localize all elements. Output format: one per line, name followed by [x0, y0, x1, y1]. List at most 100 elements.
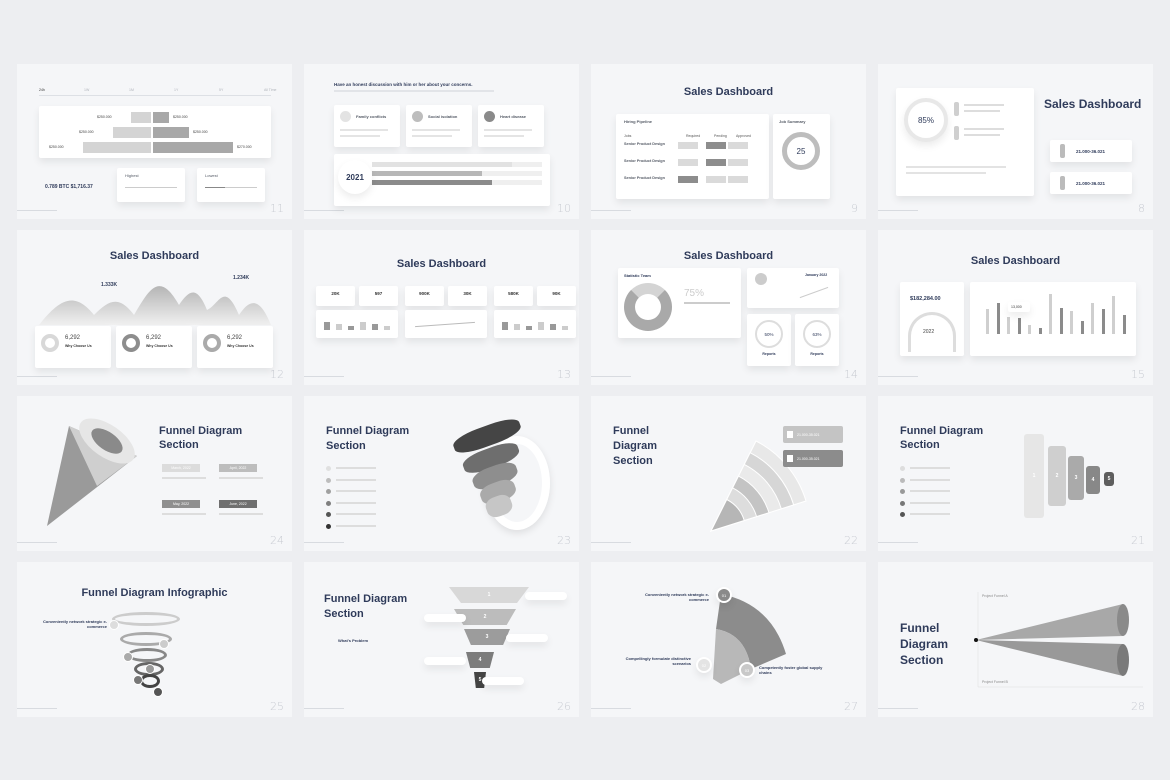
- slide-thumbnail-8[interactable]: 8 85% Sales Dashboard 21.000-36.021 21.000-3…: [878, 64, 1153, 219]
- bar: [205, 187, 225, 188]
- column-header: Approved: [736, 134, 751, 138]
- slide-thumbnail-28[interactable]: 28 Funnel Diagram Section Project Funnel A…: [878, 562, 1153, 717]
- bar: [526, 326, 532, 330]
- funnel-step-1: 1: [449, 587, 529, 603]
- bar-12: [1112, 296, 1115, 334]
- tab-5[interactable]: All Time: [264, 88, 276, 92]
- job-row: Senior Product Design: [624, 159, 665, 163]
- range-card: 21.000-36.021: [1050, 140, 1132, 162]
- slide-thumbnail-27[interactable]: 27 01 Conveniently network strategic e-com…: [591, 562, 866, 717]
- funnel-step-3: 3: [1068, 456, 1084, 500]
- bullet: [326, 477, 331, 483]
- stat-tile: 900K: [405, 286, 444, 306]
- tab-4[interactable]: 5Y: [219, 88, 223, 92]
- funnel-label-b: Project Funnel B: [982, 680, 1008, 684]
- left-value: $250.000: [97, 115, 112, 119]
- footer-line: [17, 542, 57, 543]
- bullet: [326, 512, 331, 517]
- stat-value: 580K: [508, 291, 519, 296]
- feature-card: Family conflicts: [334, 105, 400, 147]
- bullet: [900, 466, 905, 471]
- progress-bar: [372, 171, 482, 176]
- pipeline-title: Hiring Pipeline: [624, 119, 653, 124]
- column-header: Jobs: [624, 134, 632, 138]
- step-badge: [159, 639, 169, 649]
- slide-thumbnail-15[interactable]: 15 Sales Dashboard $182,284.00 2022 13,000: [878, 230, 1153, 385]
- status-pill: [706, 142, 726, 149]
- slide-thumbnail-12[interactable]: 12 Sales Dashboard 1.333K 1.234K 6,292 Why Ch…: [17, 230, 292, 385]
- column-header: Pending: [714, 134, 727, 138]
- text: [336, 513, 376, 515]
- year-badge: 2021: [338, 160, 372, 194]
- bar-1: [996, 302, 1000, 334]
- slide-number: 25: [270, 700, 284, 713]
- avatar: [755, 273, 767, 285]
- person-icon: [954, 102, 959, 116]
- slide-thumbnail-11[interactable]: 11 24h 1W 1M 1Y 5Y All Time $250.000 $250.000 $25…: [17, 64, 292, 219]
- footer-line: [17, 210, 57, 211]
- text: [910, 467, 950, 469]
- slide-title: Sales Dashboard: [683, 250, 774, 262]
- label-pill: [424, 657, 466, 665]
- slide-thumbnail-9[interactable]: 9 Sales Dashboard Hiring Pipeline Jobs Requi…: [591, 64, 866, 219]
- slide-thumbnail-23[interactable]: 23 Funnel Diagram Section: [304, 396, 579, 551]
- text: [484, 129, 532, 131]
- slide-thumbnail-14[interactable]: 14 Sales Dashboard Statistic Team 75% Januar…: [591, 230, 866, 385]
- slide-thumbnail-24[interactable]: 24 Funnel Diagram Section March, 2022 April…: [17, 396, 292, 551]
- stat-value: 6,292: [146, 335, 162, 341]
- problem-label: What's Problem: [338, 638, 369, 643]
- slide-thumbnail-22[interactable]: 22 Funnel Diagram Section 21.000-35.021 21.…: [591, 396, 866, 551]
- status-pill: [678, 176, 698, 183]
- stat-card: 6,292 Why Choose Us: [35, 326, 111, 368]
- cone-funnel: [47, 418, 137, 526]
- tab-0[interactable]: 24h: [39, 88, 45, 92]
- feature-card: Social isolation: [406, 105, 472, 147]
- label-pill: [525, 592, 567, 600]
- text: [340, 129, 388, 131]
- slide-title: Funnel Diagram Section: [159, 425, 243, 451]
- feature-icon: [412, 111, 423, 122]
- progress-bar: [372, 180, 492, 185]
- status-pill: [678, 159, 698, 166]
- bullet: [900, 500, 905, 506]
- stat-label: Why Choose Us: [227, 344, 254, 348]
- footer-line: [304, 708, 344, 709]
- bar-10: [1091, 302, 1094, 334]
- slide-thumbnail-13[interactable]: 13 Sales Dashboard 20K 597 900K 30K 580K 90K: [304, 230, 579, 385]
- slide-number: 22: [844, 534, 858, 547]
- year-value: 2022: [923, 329, 935, 335]
- footer-line: [878, 210, 918, 211]
- slide-number: 14: [844, 368, 858, 381]
- bar-left: [113, 127, 151, 138]
- range-value: 21.000-35.021: [797, 457, 820, 461]
- slide-thumbnail-26[interactable]: 26 Funnel Diagram Section What's Problem 1 2…: [304, 562, 579, 717]
- stat-tile: 30K: [448, 286, 487, 306]
- lowest-label: Lowest: [205, 173, 218, 178]
- peak-label: 1.333K: [101, 282, 118, 288]
- slide-number: 13: [557, 368, 571, 381]
- column-header: Required: [686, 134, 701, 138]
- slide-number: 28: [1131, 700, 1145, 713]
- feature-title: Heart disease: [500, 114, 527, 119]
- bar-4: [1028, 324, 1031, 334]
- area-series: [39, 286, 271, 325]
- label-pill: [506, 634, 548, 642]
- slide-thumbnail-21[interactable]: 21 Funnel Diagram Section 1 2 3 4 5: [878, 396, 1153, 551]
- slide-thumbnail-10[interactable]: 10 Have an honest discussion with him or …: [304, 64, 579, 219]
- tab-2[interactable]: 1M: [129, 88, 134, 92]
- tab-1[interactable]: 1W: [84, 88, 89, 92]
- mini-chart-card: [405, 310, 487, 338]
- bullet: [326, 500, 331, 506]
- slide-title: Sales Dashboard: [396, 258, 487, 270]
- donut-icon: [41, 334, 59, 352]
- status-pill: [728, 159, 748, 166]
- donut-chart: [624, 283, 672, 331]
- footer-line: [878, 542, 918, 543]
- tab-3[interactable]: 1Y: [174, 88, 178, 92]
- slide-number: 27: [844, 700, 858, 713]
- slide-thumbnail-25[interactable]: 25 Funnel Diagram Infographic Conveniently…: [17, 562, 292, 717]
- point-text: Conveniently network strategic e-commerc…: [644, 592, 709, 602]
- step-badge: [153, 687, 163, 697]
- report-card: 50% Reports: [747, 314, 791, 366]
- statistic-team-card: Statistic Team 75%: [618, 268, 741, 338]
